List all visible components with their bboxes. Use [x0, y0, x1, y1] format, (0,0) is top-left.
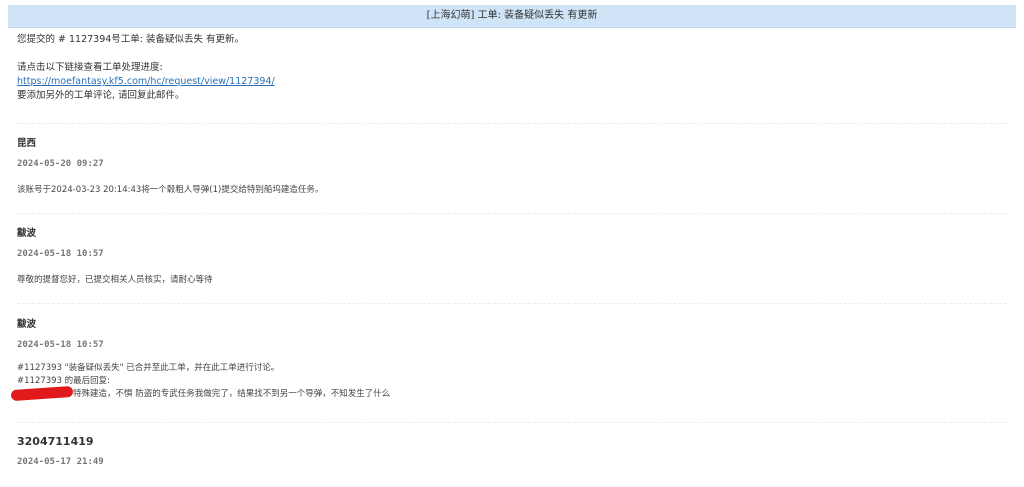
comment-entry: 3204711419 2024-05-17 21:49	[17, 435, 1007, 469]
comment-line: #1127393 "装备疑似丢失" 已合并至此工单，并在此工单进行讨论。	[17, 363, 280, 373]
comment-author: 3204711419	[17, 435, 94, 448]
divider	[17, 213, 1007, 214]
comment-entry: 黻波 2024-05-18 10:57 #1127393 "装备疑似丢失" 已合…	[10, 318, 1007, 402]
ticket-header: [上海幻萌] 工单: 装备疑似丢失 有更新	[8, 5, 1016, 28]
intro-section: 您提交的 # 1127394号工单: 装备疑似丢失 有更新。 请点击以下链接查看…	[17, 33, 1007, 103]
comment-body: 尊敬的提督您好，已提交相关人员核实，请耐心等待	[17, 274, 1007, 287]
comment-line: 该账号于2024-03-23 20:14:43将一个毂粗人导弹(1)提交给特别船…	[17, 185, 324, 195]
redaction-mark	[10, 385, 74, 402]
comment-author: 昆西	[17, 138, 37, 149]
divider	[17, 422, 1007, 423]
comment-entry: 昆西 2024-05-20 09:27 该账号于2024-03-23 20:14…	[17, 137, 1007, 197]
window-top-fragment	[8, 0, 158, 4]
update-notice: 您提交的 # 1127394号工单: 装备疑似丢失 有更新。	[17, 34, 245, 45]
comment-author: 黻波	[17, 319, 37, 330]
comment-line: 尊敬的提督您好，已提交相关人员核实，请耐心等待	[17, 275, 213, 285]
ticket-title: [上海幻萌] 工单: 装备疑似丢失 有更新	[426, 10, 598, 21]
comment-time: 2024-05-20 09:27	[17, 159, 104, 169]
comment-time: 2024-05-17 21:49	[17, 457, 104, 467]
comment-body: 该账号于2024-03-23 20:14:43将一个毂粗人导弹(1)提交给特别船…	[17, 184, 1007, 197]
comment-time: 2024-05-18 10:57	[17, 340, 104, 350]
comment-line: 特殊建造，不惧 防盗的专武任务我做完了，结果找不到另一个导弹，不知发生了什么	[73, 389, 391, 399]
link-instruction: 请点击以下链接查看工单处理进度:	[17, 62, 163, 73]
ticket-link[interactable]: https://moefantasy.kf5.com/hc/request/vi…	[17, 76, 275, 87]
divider	[17, 123, 1007, 124]
comment-time: 2024-05-18 10:57	[17, 249, 104, 259]
comment-author: 黻波	[17, 228, 37, 239]
comment-line: #1127393 的最后回复:	[17, 376, 111, 386]
reply-instruction: 要添加另外的工单评论, 请回复此邮件。	[17, 90, 185, 101]
comment-entry: 黻波 2024-05-18 10:57 尊敬的提督您好，已提交相关人员核实，请耐…	[17, 227, 1007, 287]
comment-body: #1127393 "装备疑似丢失" 已合并至此工单，并在此工单进行讨论。 #11…	[10, 362, 1007, 402]
divider	[17, 303, 1007, 304]
comment-line-redacted: 特殊建造，不惧 防盗的专武任务我做完了，结果找不到另一个导弹，不知发生了什么	[10, 385, 1007, 402]
